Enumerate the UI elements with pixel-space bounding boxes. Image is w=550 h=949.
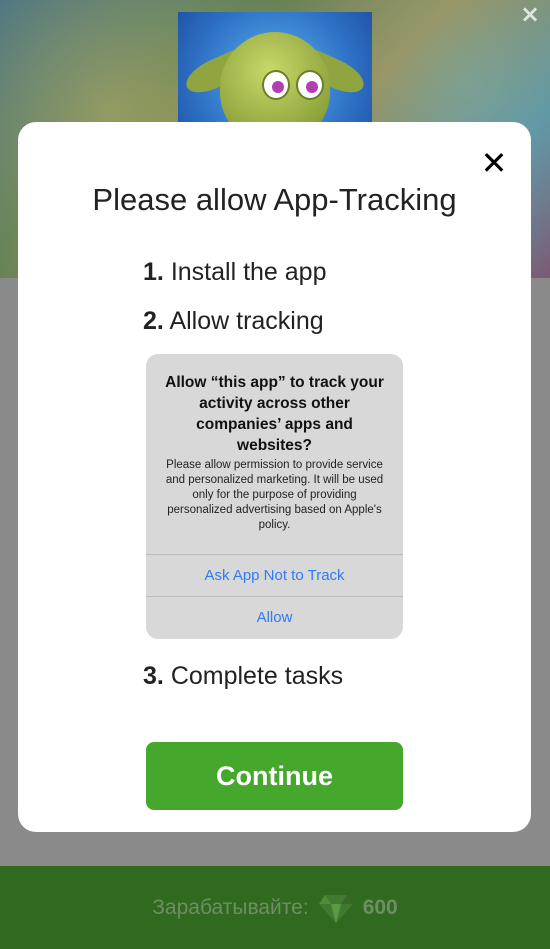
step-install: 1. Install the app <box>143 258 326 287</box>
step-text: Complete tasks <box>170 662 344 690</box>
ios-prompt-title: Allow “this app” to track your activity … <box>165 374 384 454</box>
step-complete-tasks: 3. Complete tasks <box>143 662 343 691</box>
step-number: 3. <box>143 662 164 690</box>
background-close-icon[interactable]: × <box>518 2 542 26</box>
modal-title: Please allow App-Tracking <box>92 182 457 217</box>
ios-tracking-prompt-example: Allow “this app” to track your activity … <box>146 354 403 639</box>
goblin-eye-left <box>262 70 290 100</box>
tracking-permission-modal: ✕ Please allow App-Tracking 1. Install t… <box>18 122 531 832</box>
gem-icon <box>318 894 353 923</box>
goblin-eye-right <box>296 70 324 100</box>
close-icon[interactable]: ✕ <box>479 147 509 179</box>
continue-button[interactable]: Continue <box>146 742 403 810</box>
earn-value: 600 <box>362 895 398 919</box>
ios-prompt-message: Please allow permission to provide servi… <box>165 459 384 531</box>
step-number: 1. <box>143 258 164 286</box>
earn-footer: Зарабатывайте: 600 <box>0 866 550 949</box>
step-number: 2. <box>143 307 164 335</box>
allow-button: Allow <box>146 596 403 638</box>
step-text: Allow tracking <box>169 307 324 335</box>
earn-label: Зарабатывайте: <box>152 895 309 919</box>
step-text: Install the app <box>170 258 327 286</box>
step-allow-tracking: 2. Allow tracking <box>143 307 324 336</box>
ask-not-to-track-button: Ask App Not to Track <box>146 554 403 596</box>
